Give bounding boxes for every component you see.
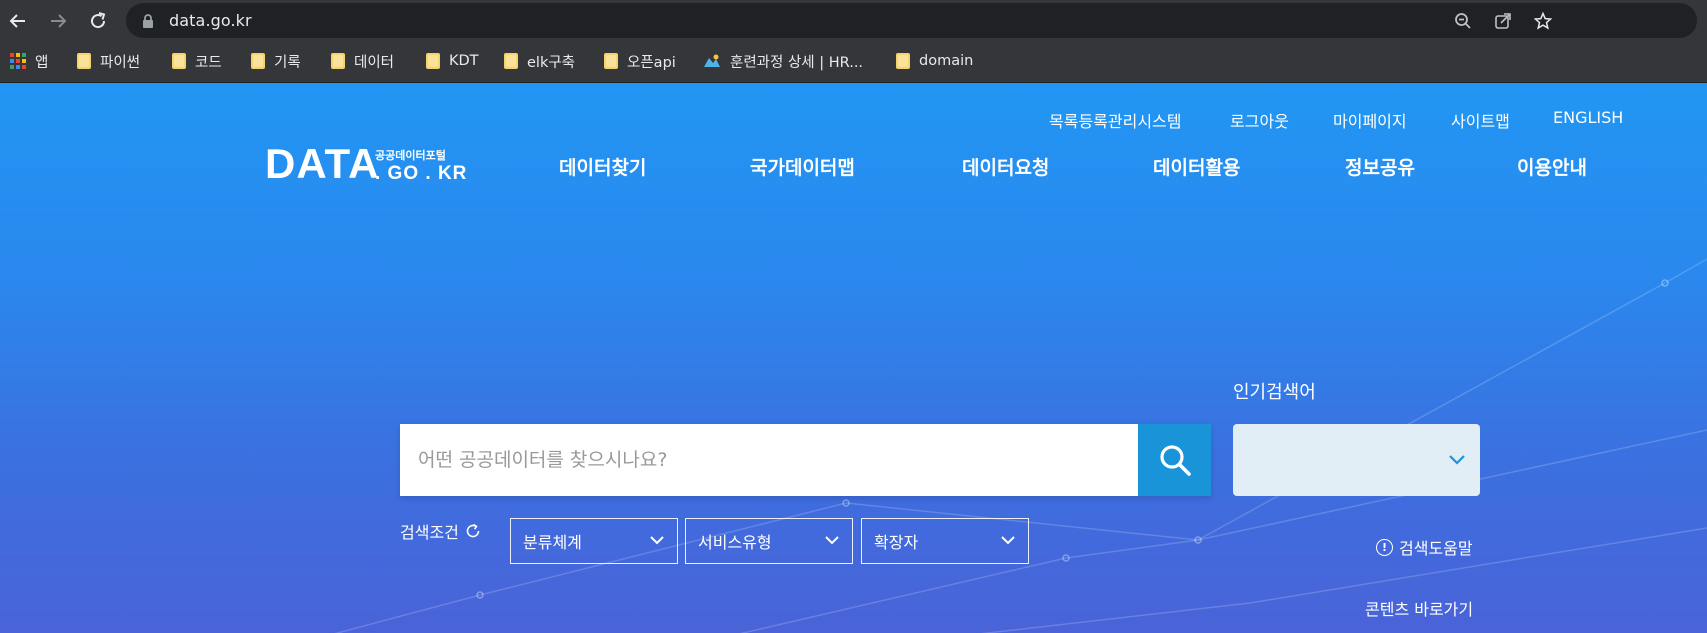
browser-toolbar: data.go.kr	[0, 0, 1707, 41]
search-condition-label: 검색조건	[400, 523, 459, 542]
search-help-label: 검색도움말	[1399, 539, 1473, 558]
folder-icon	[896, 53, 910, 69]
folder-icon	[172, 53, 186, 69]
bookmark-folder[interactable]: 기록	[251, 50, 301, 72]
nav-info-share[interactable]: 정보공유	[1345, 153, 1415, 180]
bookmark-label: 기록	[274, 54, 301, 71]
bookmark-label: domain	[919, 53, 974, 69]
folder-icon	[251, 53, 265, 69]
nav-data-request[interactable]: 데이터요청	[962, 153, 1049, 180]
search-help-link[interactable]: ! 검색도움말	[1376, 535, 1473, 559]
bookmark-label: 파이썬	[100, 54, 141, 71]
filter-extension[interactable]: 확장자	[861, 518, 1029, 564]
bookmark-label: 데이터	[354, 54, 395, 71]
logo-data-text: DATA	[265, 140, 380, 187]
info-icon: !	[1376, 538, 1393, 556]
popular-search-dropdown[interactable]	[1233, 424, 1480, 496]
reset-icon[interactable]	[465, 523, 481, 539]
folder-icon	[426, 53, 440, 69]
chevron-down-icon	[825, 536, 839, 545]
folder-icon	[331, 53, 345, 69]
folder-icon	[604, 53, 618, 69]
search-input[interactable]	[400, 424, 1138, 496]
util-link-english[interactable]: ENGLISH	[1553, 108, 1623, 127]
address-bar[interactable]: data.go.kr	[126, 3, 1697, 38]
util-link-logout[interactable]: 로그아웃	[1230, 108, 1289, 132]
logo-subtitle: 공공데이터포털	[375, 149, 446, 162]
filter-label: 서비스유형	[698, 533, 772, 552]
content-shortcut-link[interactable]: 콘텐츠 바로가기	[1365, 596, 1473, 620]
bookmark-label: 앱	[35, 54, 49, 71]
chevron-down-icon	[1001, 536, 1015, 545]
bookmark-folder[interactable]: KDT	[426, 50, 479, 72]
filter-label: 분류체계	[523, 533, 582, 552]
util-link-mypage[interactable]: 마이페이지	[1333, 108, 1407, 132]
bookmark-hrd[interactable]: 훈련과정 상세 | HR...	[703, 50, 863, 72]
search-box	[400, 424, 1211, 496]
apps-grid-icon	[10, 53, 26, 69]
bookmark-label: 훈련과정 상세 | HR...	[730, 54, 864, 71]
bookmark-folder[interactable]: 오픈api	[604, 50, 676, 72]
util-link-sitemap[interactable]: 사이트맵	[1451, 108, 1510, 132]
bookmarks-bar: 앱 파이썬 코드 기록 데이터 KDT elk구축 오픈api 훈련과정 상세 …	[0, 41, 1707, 83]
share-icon[interactable]	[1492, 11, 1514, 31]
popular-search-label: 인기검색어	[1233, 382, 1316, 403]
bookmark-apps[interactable]: 앱	[10, 50, 48, 72]
bookmark-label: elk구축	[527, 54, 576, 71]
page-hero: 목록등록관리시스템 로그아웃 마이페이지 사이트맵 ENGLISH DATA 공…	[0, 83, 1707, 633]
nav-national-data-map[interactable]: 국가데이터맵	[750, 153, 855, 180]
bookmark-folder[interactable]: 데이터	[331, 50, 394, 72]
back-arrow-icon[interactable]	[5, 8, 31, 34]
folder-icon	[77, 53, 91, 69]
filter-service-type[interactable]: 서비스유형	[685, 518, 853, 564]
bookmark-label: 오픈api	[627, 54, 676, 71]
bookmark-label: 코드	[195, 54, 222, 71]
bookmark-folder[interactable]: elk구축	[504, 50, 575, 72]
bookmark-label: KDT	[449, 53, 479, 69]
search-condition[interactable]: 검색조건	[400, 521, 481, 542]
star-icon[interactable]	[1532, 11, 1554, 31]
nav-data-usage[interactable]: 데이터활용	[1153, 153, 1240, 180]
filter-label: 확장자	[874, 533, 919, 552]
folder-icon	[504, 53, 518, 69]
logo-domain: . GO . KR	[375, 163, 468, 184]
chevron-down-icon	[650, 536, 664, 545]
nav-guide[interactable]: 이용안내	[1517, 153, 1587, 180]
search-button[interactable]	[1138, 424, 1211, 496]
forward-arrow-icon[interactable]	[45, 8, 71, 34]
site-favicon-icon	[704, 54, 720, 67]
nav-find-data[interactable]: 데이터찾기	[559, 153, 646, 180]
zoom-icon[interactable]	[1452, 11, 1474, 31]
bookmark-folder[interactable]: 코드	[172, 50, 222, 72]
filter-category[interactable]: 분류체계	[510, 518, 678, 564]
chevron-down-icon	[1449, 455, 1465, 465]
util-link-catalog-system[interactable]: 목록등록관리시스템	[1049, 108, 1181, 132]
search-icon	[1159, 445, 1191, 476]
bookmark-folder[interactable]: domain	[896, 50, 973, 72]
bookmark-folder[interactable]: 파이썬	[77, 50, 140, 72]
reload-icon[interactable]	[85, 8, 111, 34]
lock-icon	[142, 13, 154, 32]
url-text: data.go.kr	[169, 11, 252, 30]
